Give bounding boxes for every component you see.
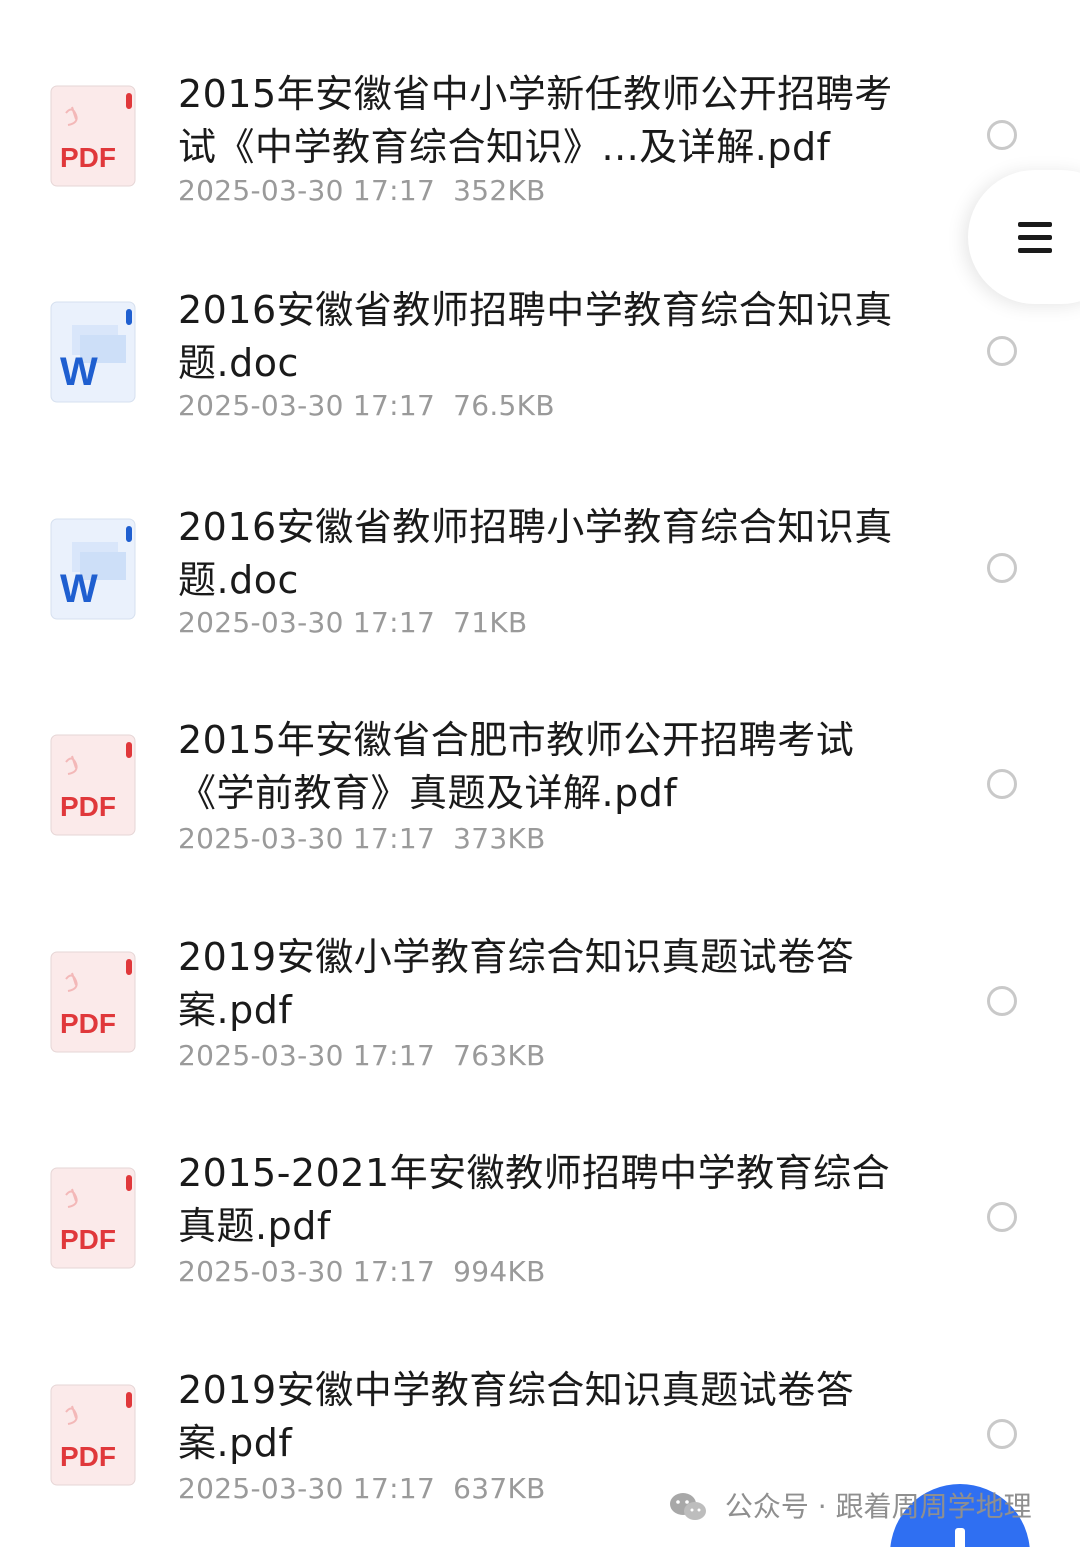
- file-row[interactable]: PDF 2015年安徽省中小学新任教师公开招聘考试《中学教育综合知识》...及详…: [0, 60, 1080, 276]
- file-size: 637KB: [453, 1472, 546, 1505]
- file-row[interactable]: W 2016安徽省教师招聘小学教育综合知识真题.doc 2025-03-30 1…: [0, 493, 1080, 709]
- pdf-label: PDF: [60, 142, 116, 173]
- file-name: 2015-2021年安徽教师招聘中学教育综合真题.pdf: [178, 1151, 891, 1248]
- file-row[interactable]: PDF 2019安徽小学教育综合知识真题试卷答案.pdf 2025-03-30 …: [0, 926, 1080, 1142]
- add-icon: [955, 1528, 965, 1547]
- pdf-file-icon: PDF: [50, 734, 136, 836]
- file-meta: 2025-03-30 17:17 763KB: [178, 1038, 546, 1074]
- pdf-label: PDF: [60, 1008, 116, 1039]
- file-name: 2019安徽小学教育综合知识真题试卷答案.pdf: [178, 935, 855, 1032]
- file-row[interactable]: W 2016安徽省教师招聘中学教育综合知识真题.doc 2025-03-30 1…: [0, 276, 1080, 492]
- file-meta: 2025-03-30 17:17 994KB: [178, 1254, 546, 1290]
- file-meta: 2025-03-30 17:17 373KB: [178, 821, 546, 857]
- file-name: 2016安徽省教师招聘小学教育综合知识真题.doc: [178, 505, 893, 602]
- file-size: 71KB: [453, 606, 528, 639]
- pdf-file-icon: PDF: [50, 1167, 136, 1269]
- select-radio[interactable]: [987, 769, 1017, 799]
- watermark: 公众号 · 跟着周周学地理: [668, 1486, 1032, 1526]
- select-radio[interactable]: [987, 336, 1017, 366]
- watermark-text: 公众号 · 跟着周周学地理: [724, 1490, 1032, 1523]
- pdf-label: PDF: [60, 791, 116, 822]
- file-name: 2015年安徽省合肥市教师公开招聘考试《学前教育》真题及详解.pdf: [178, 718, 855, 815]
- file-date: 2025-03-30 17:17: [178, 1039, 436, 1072]
- select-radio[interactable]: [987, 553, 1017, 583]
- file-name: 2019安徽中学教育综合知识真题试卷答案.pdf: [178, 1368, 855, 1465]
- file-size: 76.5KB: [453, 389, 555, 422]
- file-size: 763KB: [453, 1039, 546, 1072]
- file-size: 994KB: [453, 1255, 546, 1288]
- pdf-file-icon: PDF: [50, 85, 136, 187]
- pdf-label: PDF: [60, 1441, 116, 1472]
- file-date: 2025-03-30 17:17: [178, 1472, 436, 1505]
- file-browser-page: PDF 2015年安徽省中小学新任教师公开招聘考试《中学教育综合知识》...及详…: [0, 0, 1080, 1547]
- pdf-file-icon: PDF: [50, 951, 136, 1053]
- file-row[interactable]: PDF 2015年安徽省合肥市教师公开招聘考试《学前教育》真题及详解.pdf 2…: [0, 709, 1080, 925]
- file-size: 352KB: [453, 174, 546, 207]
- file-row[interactable]: PDF 2015-2021年安徽教师招聘中学教育综合真题.pdf 2025-03…: [0, 1142, 1080, 1358]
- file-meta: 2025-03-30 17:17 637KB: [178, 1471, 546, 1507]
- file-name: 2016安徽省教师招聘中学教育综合知识真题.doc: [178, 288, 893, 385]
- file-size: 373KB: [453, 822, 546, 855]
- word-label: W: [60, 350, 98, 394]
- pdf-file-icon: PDF: [50, 1384, 136, 1486]
- select-radio[interactable]: [987, 1202, 1017, 1232]
- select-radio[interactable]: [987, 986, 1017, 1016]
- file-date: 2025-03-30 17:17: [178, 1255, 436, 1288]
- pdf-label: PDF: [60, 1224, 116, 1255]
- wechat-icon: [670, 1493, 706, 1520]
- file-name: 2015年安徽省中小学新任教师公开招聘考试《中学教育综合知识》...及详解.pd…: [178, 72, 893, 169]
- file-date: 2025-03-30 17:17: [178, 389, 436, 422]
- word-file-icon: W: [50, 301, 136, 403]
- file-date: 2025-03-30 17:17: [178, 822, 436, 855]
- menu-icon[interactable]: [1018, 222, 1052, 254]
- file-meta: 2025-03-30 17:17 71KB: [178, 605, 528, 641]
- select-radio[interactable]: [987, 1419, 1017, 1449]
- word-label: W: [60, 567, 98, 611]
- file-meta: 2025-03-30 17:17 352KB: [178, 173, 546, 209]
- file-meta: 2025-03-30 17:17 76.5KB: [178, 388, 555, 424]
- file-date: 2025-03-30 17:17: [178, 606, 436, 639]
- file-date: 2025-03-30 17:17: [178, 174, 436, 207]
- word-file-icon: W: [50, 518, 136, 620]
- select-radio[interactable]: [987, 120, 1017, 150]
